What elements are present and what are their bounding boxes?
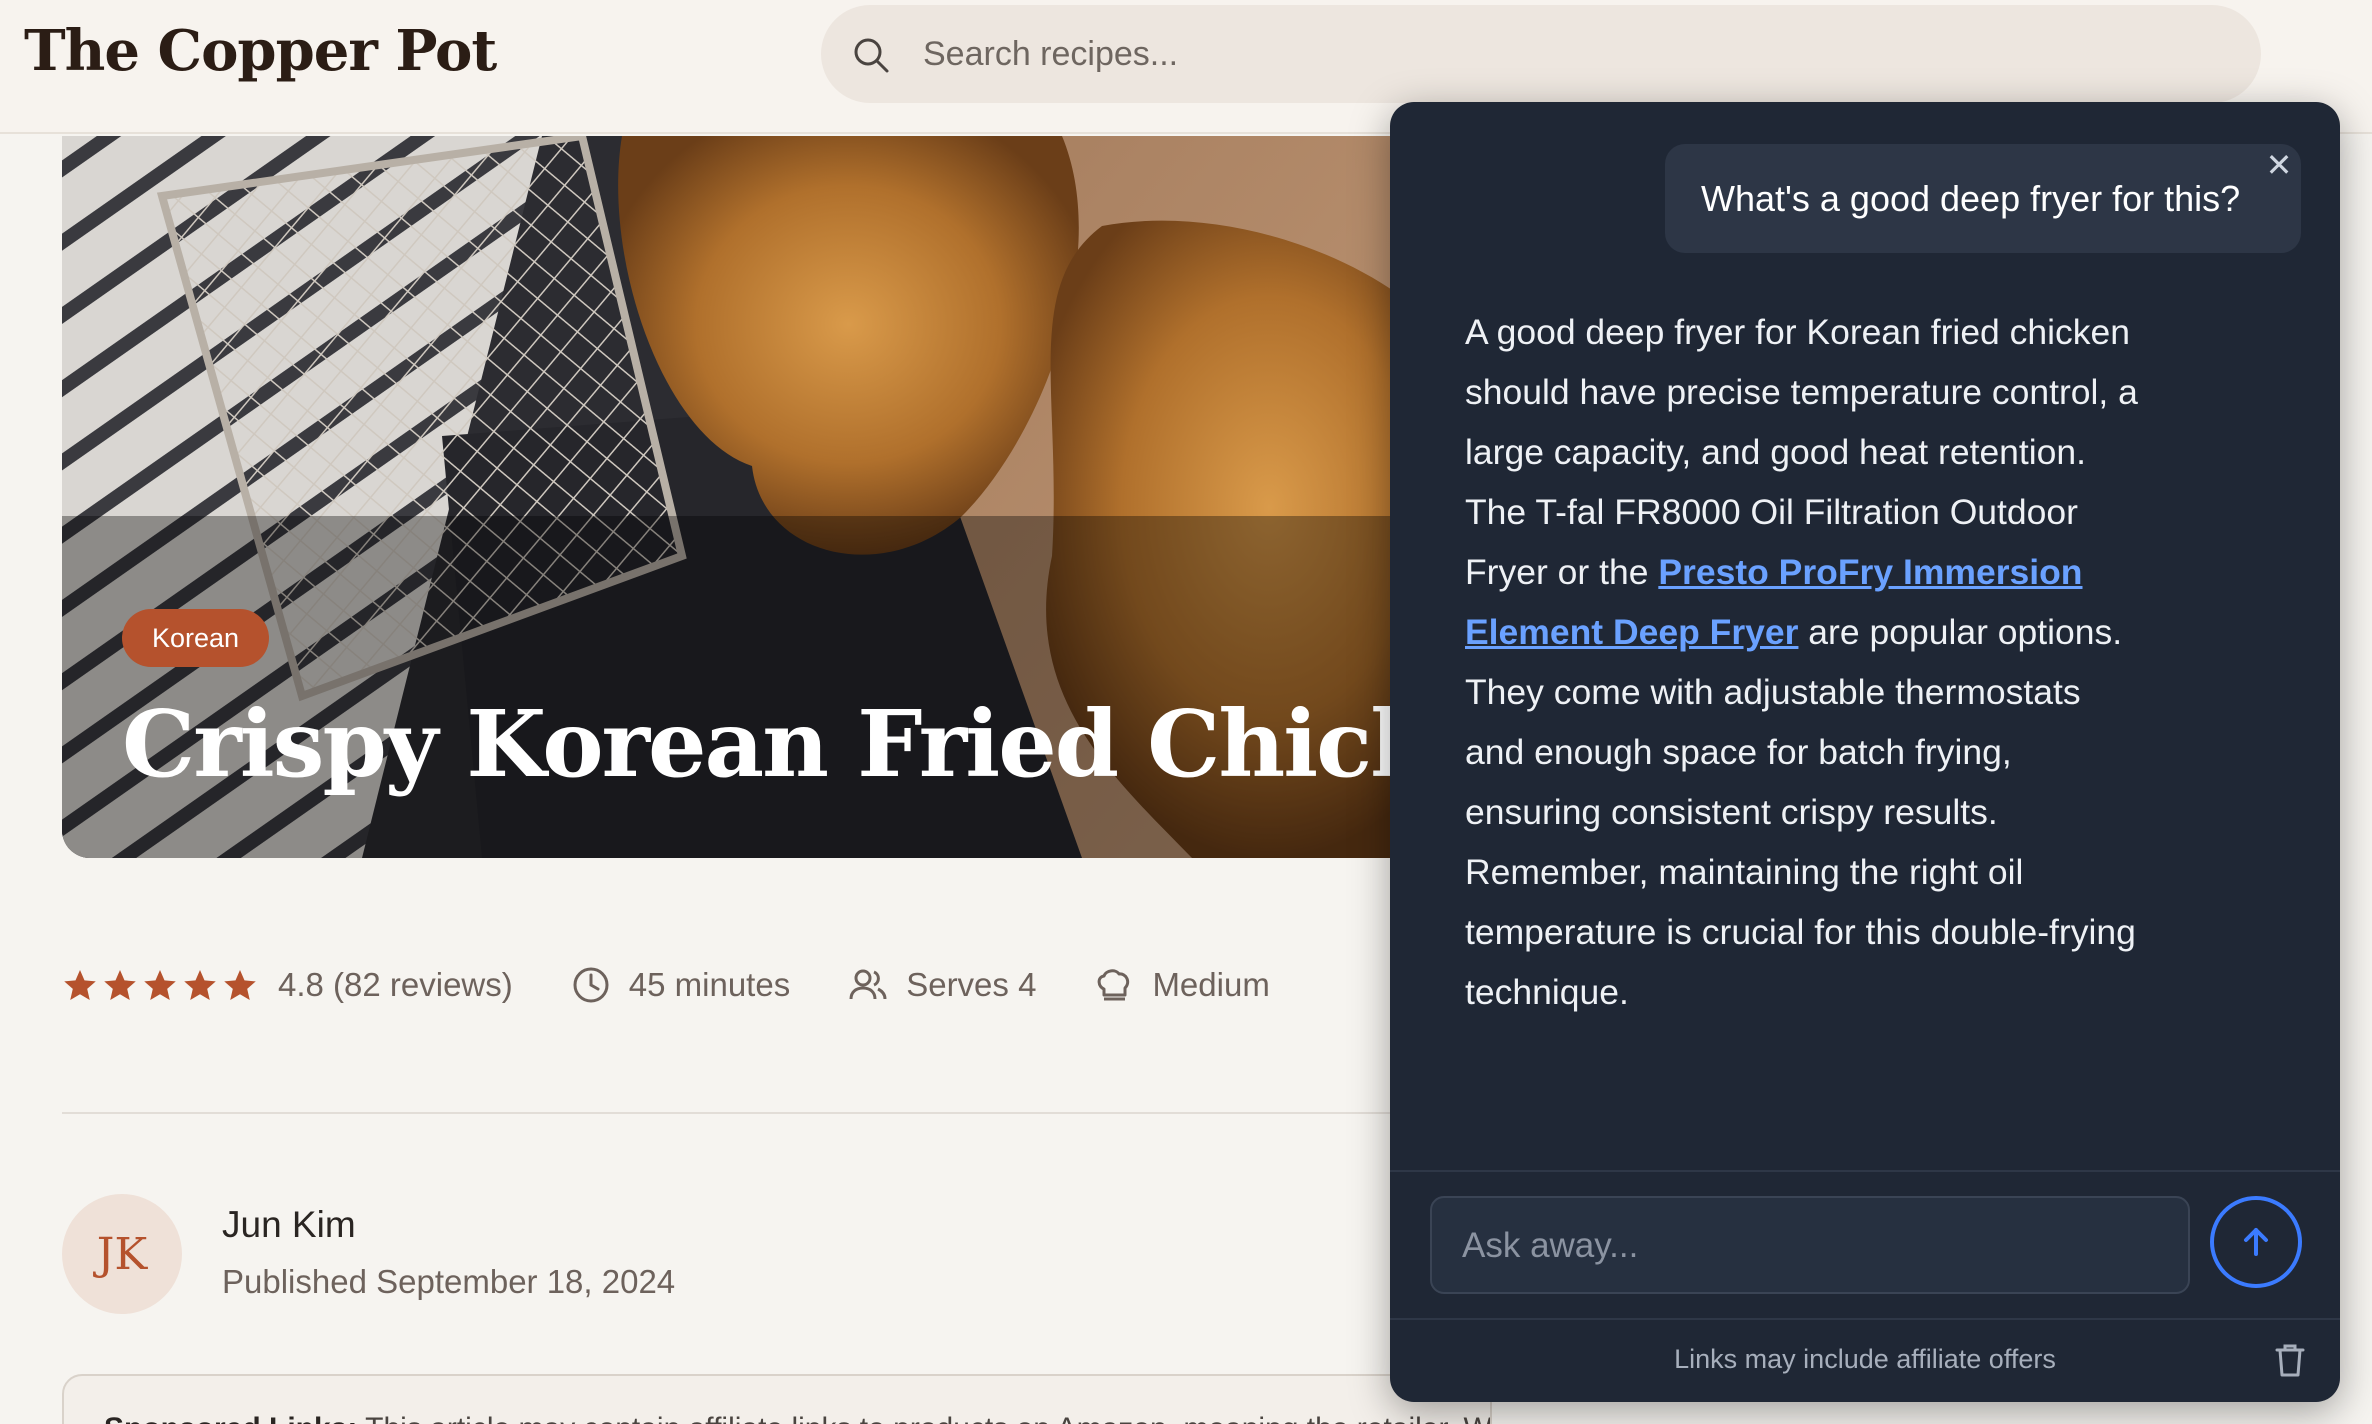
author-avatar[interactable]: JK xyxy=(62,1194,182,1314)
trash-icon[interactable] xyxy=(2274,1342,2306,1378)
close-icon[interactable]: ✕ xyxy=(2262,148,2296,182)
site-logo[interactable]: The Copper Pot xyxy=(24,18,497,84)
chat-panel: What's a good deep fryer for this? ✕ A g… xyxy=(1390,102,2340,1402)
arrow-up-icon xyxy=(2244,1228,2268,1256)
recipe-title: Crispy Korean Fried Chicken xyxy=(122,690,1492,798)
servings: Serves 4 xyxy=(848,965,1036,1005)
user-message: What's a good deep fryer for this? xyxy=(1665,144,2301,253)
rating-text[interactable]: 4.8 (82 reviews) xyxy=(278,966,513,1004)
affiliate-disclosure: Sponsored Links: This article may contai… xyxy=(62,1374,1492,1424)
cook-time: 45 minutes xyxy=(571,965,790,1005)
cuisine-tag[interactable]: Korean xyxy=(122,609,270,667)
disclosure-label: Sponsored Links: xyxy=(104,1412,357,1424)
star-icon xyxy=(224,970,256,1000)
chat-footer-divider xyxy=(1390,1318,2340,1320)
clock-icon xyxy=(573,967,609,1003)
send-button[interactable] xyxy=(2210,1196,2302,1288)
chat-divider xyxy=(1390,1170,2340,1172)
rating-stars xyxy=(62,967,258,1003)
cook-time-text: 45 minutes xyxy=(628,966,791,1003)
answer-text-end: are popular options. They come with adju… xyxy=(1465,612,2136,1012)
search-input[interactable] xyxy=(923,25,1923,83)
star-icon xyxy=(64,970,96,1000)
disclosure-text: This article may contain affiliate links… xyxy=(365,1412,1490,1424)
section-divider xyxy=(62,1112,1492,1114)
users-icon xyxy=(849,969,887,1000)
recipe-meta: 4.8 (82 reviews) 45 minutes Serves 4 Med… xyxy=(62,955,1270,1015)
servings-text: Serves 4 xyxy=(906,966,1037,1003)
search-bar[interactable] xyxy=(821,5,2261,103)
affiliate-note: Links may include affiliate offers xyxy=(1674,1344,2056,1374)
chat-input-box[interactable] xyxy=(1430,1196,2190,1294)
star-icon xyxy=(184,970,216,1000)
difficulty-text: Medium xyxy=(1152,966,1270,1003)
chat-input[interactable] xyxy=(1462,1218,2162,1274)
star-icon xyxy=(144,970,176,1000)
author-name[interactable]: Jun Kim xyxy=(222,1204,356,1246)
difficulty: Medium xyxy=(1094,965,1270,1005)
publish-date: Published September 18, 2024 xyxy=(222,1263,676,1300)
assistant-message: A good deep fryer for Korean fried chick… xyxy=(1465,302,2145,1022)
star-icon xyxy=(104,970,136,1000)
search-icon xyxy=(854,38,889,73)
answer-text-start: A good deep fryer for Korean fried chick… xyxy=(1465,312,2138,592)
hero-image: Korean Crispy Korean Fried Chicken xyxy=(62,136,1492,858)
chef-hat-icon xyxy=(1098,969,1130,1001)
